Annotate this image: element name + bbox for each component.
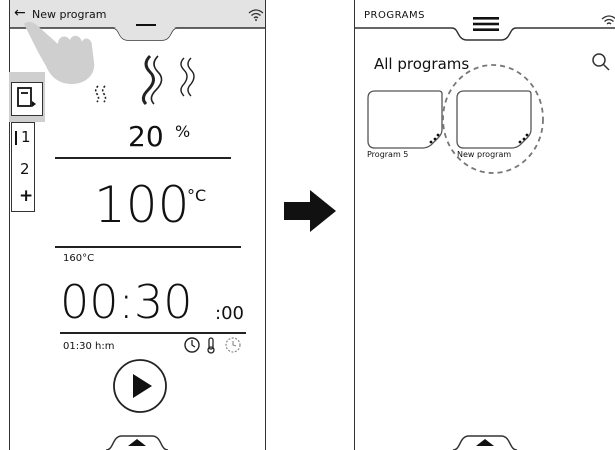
temperature-unit: °C (187, 186, 207, 205)
right-arrow-icon (284, 190, 336, 232)
sidebar-item-add[interactable]: + (19, 186, 33, 206)
temperature-value[interactable]: 100 (94, 176, 189, 234)
program-card-icon (367, 90, 443, 149)
wifi-icon (248, 9, 264, 21)
time-sub-label: 01:30 h:m (63, 341, 115, 352)
time-seconds: :00 (215, 303, 244, 324)
temperature-sub-label: 160°C (63, 253, 95, 264)
steam-percent-value[interactable]: 20 (128, 120, 164, 153)
right-bottom-handle[interactable] (355, 430, 615, 450)
sidebar-active-marker (15, 131, 17, 145)
header-title: PROGRAMS (364, 10, 425, 21)
wifi-icon (601, 15, 615, 25)
sidebar-item-2[interactable]: 2 (20, 160, 30, 178)
program-card-icon (17, 87, 36, 107)
program-label: Program 5 (367, 150, 409, 159)
program-tile[interactable] (367, 90, 447, 150)
steam-level-icon[interactable] (92, 52, 202, 107)
timer-mode-icons[interactable] (183, 335, 245, 355)
temperature-divider (55, 246, 241, 248)
right-screen: PROGRAMS All programs Program 5 New prog… (354, 0, 615, 450)
left-screen: ← New program 1 2 + 20 % 100 °C 160°C 00… (9, 0, 266, 450)
time-value[interactable]: 00:30 (60, 275, 193, 329)
header-handle-icon[interactable] (136, 24, 156, 26)
time-divider (60, 332, 246, 334)
left-bottom-handle[interactable] (10, 430, 265, 450)
sidebar-item-1[interactable]: 1 (21, 128, 31, 146)
steam-divider (55, 157, 231, 159)
highlight-circle (442, 64, 544, 174)
hamburger-menu-icon[interactable] (473, 16, 499, 32)
play-button[interactable] (112, 358, 168, 414)
sidebar-program-icon-box[interactable] (11, 82, 43, 116)
search-icon[interactable] (591, 52, 611, 72)
steam-percent-unit: % (175, 122, 191, 141)
